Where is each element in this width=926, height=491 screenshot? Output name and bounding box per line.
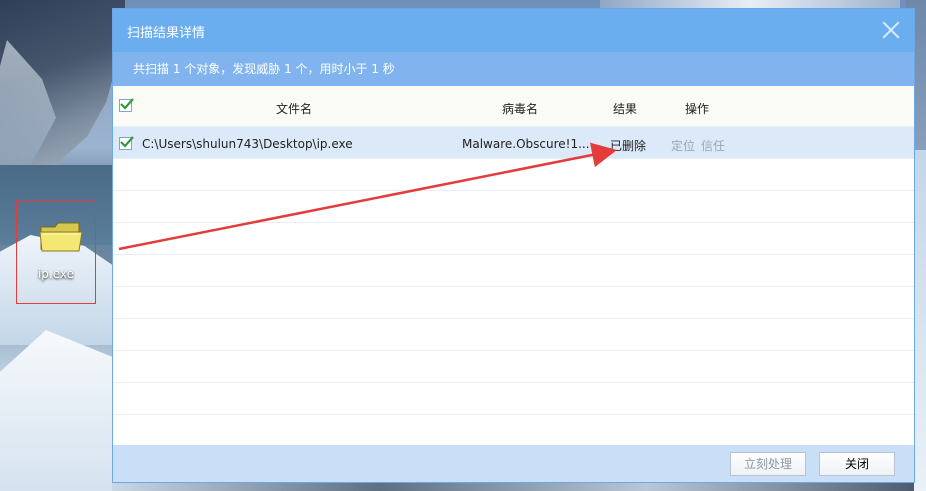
desktop-icon-label: ip.exe (37, 267, 75, 281)
row-checkbox[interactable] (119, 136, 134, 150)
locate-link[interactable]: 定位 (671, 137, 695, 154)
desktop-icon-ip-exe[interactable]: ip.exe (16, 200, 96, 304)
table-row-empty (113, 287, 914, 319)
table-row-empty (113, 159, 914, 191)
select-all-checkbox[interactable] (119, 98, 134, 112)
dialog-title: 扫描结果详情 (127, 26, 206, 41)
wallpaper-ice (0, 330, 130, 491)
scan-result-dialog: 扫描结果详情 共扫描 1 个对象，发现威胁 1 个，用时小于 1 秒 文件名 病… (112, 8, 915, 483)
dialog-titlebar: 扫描结果详情 (113, 9, 914, 52)
result-list: C:\Users\shulun743\Desktop\ip.exe Malwar… (113, 127, 914, 415)
table-row-empty (113, 191, 914, 223)
folder-icon (39, 222, 83, 252)
checkmark-icon (120, 98, 134, 110)
table-row-empty (113, 255, 914, 287)
result-status: 已删除 (610, 139, 647, 153)
dialog-footer: 立刻处理 关闭 (113, 445, 914, 482)
column-virus: 病毒名 (502, 102, 539, 116)
column-action: 操作 (685, 102, 710, 116)
wallpaper-shore (112, 482, 914, 491)
trust-link[interactable]: 信任 (701, 137, 725, 154)
checkmark-icon (120, 136, 134, 148)
table-row-empty (113, 223, 914, 255)
process-now-button[interactable]: 立刻处理 (730, 452, 806, 476)
close-icon[interactable] (882, 21, 900, 39)
column-filename: 文件名 (276, 102, 313, 116)
table-row-empty (113, 319, 914, 351)
close-button[interactable]: 关闭 (819, 452, 895, 476)
table-row[interactable]: C:\Users\shulun743\Desktop\ip.exe Malwar… (113, 127, 914, 159)
table-header: 文件名 病毒名 结果 操作 (113, 86, 914, 127)
virus-name: Malware.Obscure!1... (462, 137, 590, 151)
table-row-empty (113, 383, 914, 415)
scan-summary: 共扫描 1 个对象，发现威胁 1 个，用时小于 1 秒 (113, 52, 914, 86)
file-path: C:\Users\shulun743\Desktop\ip.exe (142, 137, 353, 151)
table-row-empty (113, 351, 914, 383)
column-result: 结果 (613, 102, 638, 116)
